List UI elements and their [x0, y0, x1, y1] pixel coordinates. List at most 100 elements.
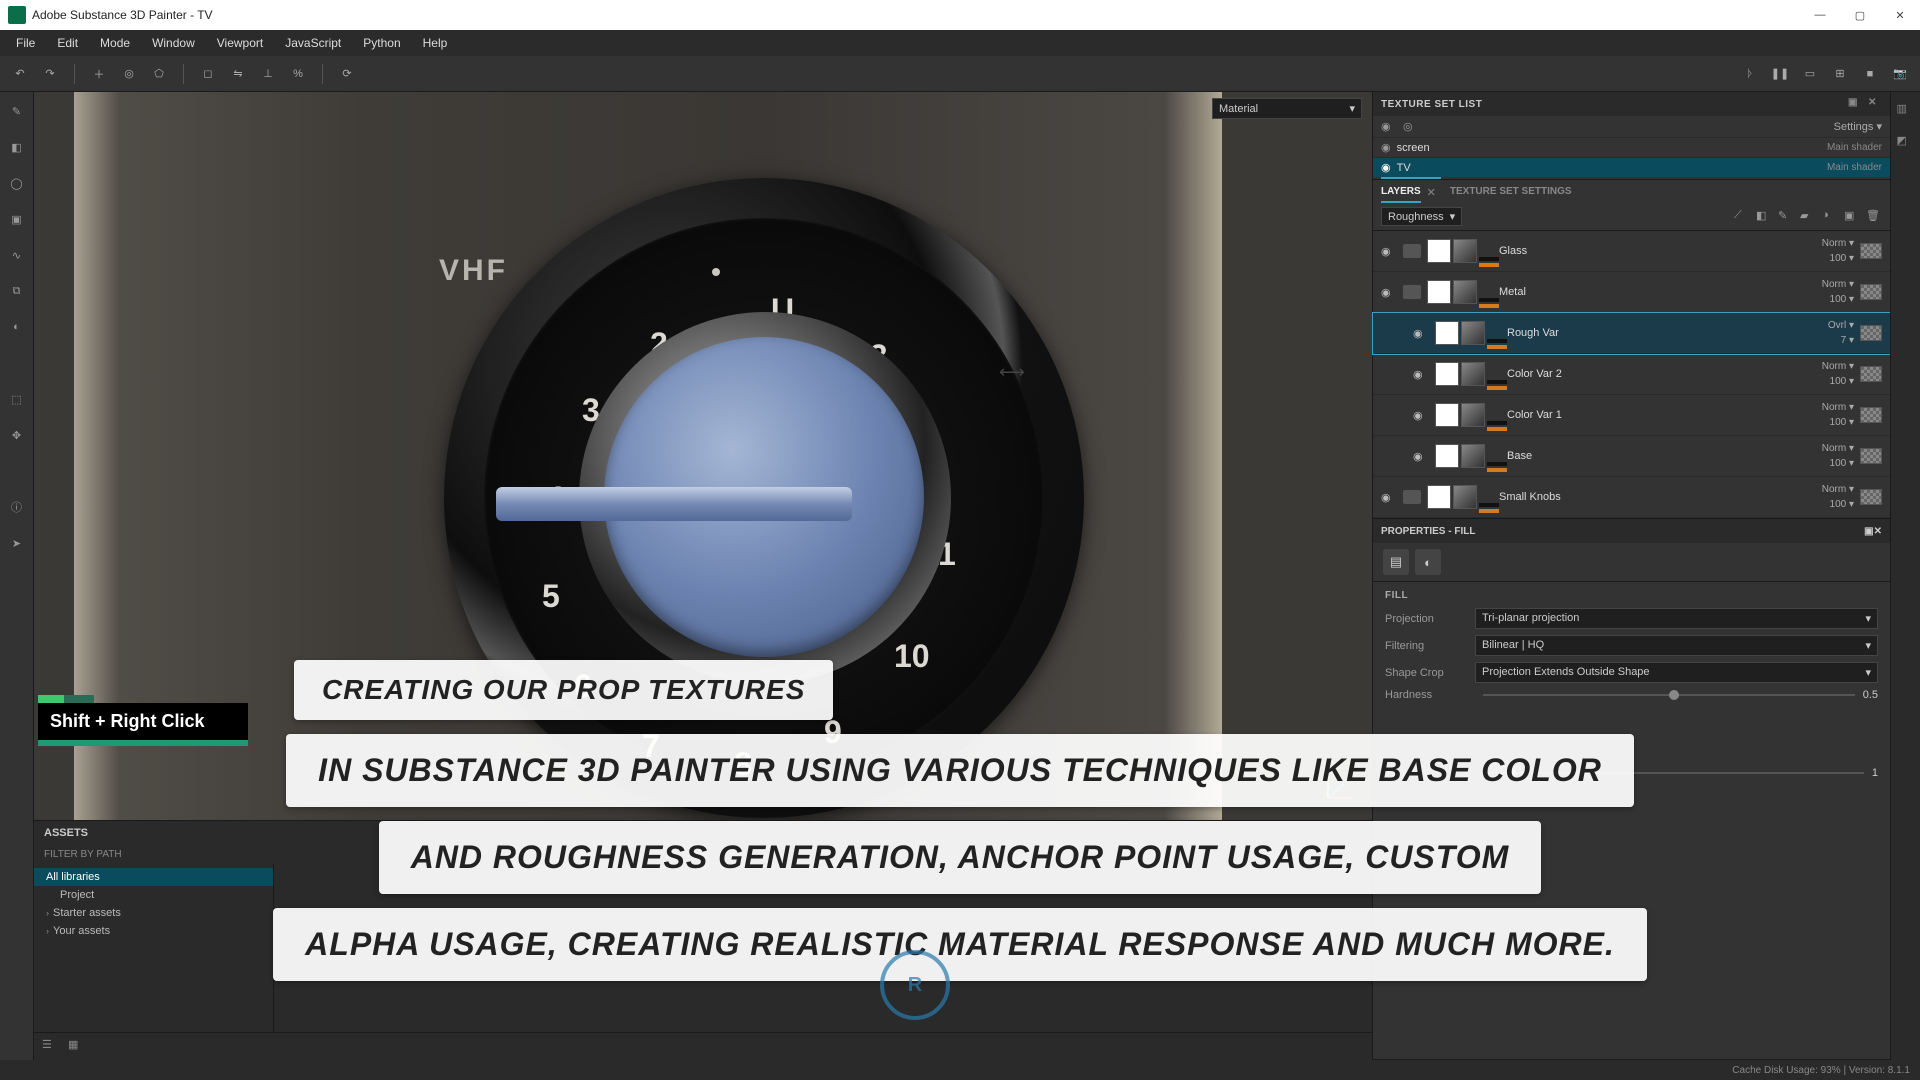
layer-thumb[interactable] — [1461, 403, 1485, 427]
undo-icon[interactable]: ↶ — [10, 64, 30, 84]
pen-icon[interactable]: ✎ — [1778, 209, 1794, 225]
layer-thumb[interactable] — [1453, 280, 1477, 304]
layer-row[interactable]: ◉Rough VarOvrl ▾7 ▾ — [1373, 313, 1890, 354]
tab-close-icon[interactable]: ✕ — [1427, 186, 1436, 203]
menu-window[interactable]: Window — [142, 33, 205, 53]
layer-mask-thumb[interactable] — [1435, 362, 1459, 386]
panel-close-icon[interactable]: ✕ — [1868, 97, 1882, 111]
menu-mode[interactable]: Mode — [90, 33, 140, 53]
percent-icon[interactable]: % — [288, 64, 308, 84]
layer-blend-mode[interactable]: Norm ▾ — [1800, 361, 1854, 372]
panel-dock-icon[interactable]: ▣ — [1864, 526, 1873, 537]
layer-mask-thumb[interactable] — [1427, 280, 1451, 304]
maximize-button[interactable]: ▢ — [1848, 9, 1872, 22]
layer-thumb[interactable] — [1461, 444, 1485, 468]
layer-opacity[interactable]: 100 ▾ — [1820, 253, 1854, 264]
layer-thumb[interactable] — [1461, 362, 1485, 386]
send-tool-icon[interactable]: ➤ — [6, 532, 28, 554]
layer-opacity[interactable]: 100 ▾ — [1820, 417, 1854, 428]
layer-mask-thumb[interactable] — [1435, 444, 1459, 468]
assets-view-grid-icon[interactable]: ▦ — [68, 1038, 86, 1056]
menu-javascript[interactable]: JavaScript — [275, 33, 351, 53]
layer-mask-thumb[interactable] — [1435, 403, 1459, 427]
axis-gizmo-icon[interactable] — [1322, 768, 1358, 804]
fill-tool-icon[interactable]: ▣ — [6, 208, 28, 230]
layer-row[interactable]: ◉GlassNorm ▾100 ▾ — [1373, 231, 1890, 272]
assets-tree-starter[interactable]: ›Starter assets — [34, 904, 273, 922]
viewport-channel-dropdown[interactable]: Material ▾ — [1212, 98, 1362, 119]
layer-channel-dropdown[interactable]: Roughness▾ — [1381, 207, 1462, 226]
tab-texture-set-settings[interactable]: TEXTURE SET SETTINGS — [1450, 186, 1572, 203]
add-icon[interactable]: ＋ — [89, 64, 109, 84]
video-icon[interactable]: ■ — [1860, 64, 1880, 84]
layer-blend-mode[interactable]: Ovrl ▾ — [1800, 320, 1854, 331]
info-tool-icon[interactable]: ⓘ — [6, 496, 28, 518]
close-button[interactable]: ✕ — [1888, 9, 1912, 22]
material-tool-icon[interactable]: ◐ — [6, 316, 28, 338]
layer-row[interactable]: ◉Color Var 1Norm ▾100 ▾ — [1373, 395, 1890, 436]
smudge-tool-icon[interactable]: ∿ — [6, 244, 28, 266]
menu-help[interactable]: Help — [413, 33, 458, 53]
refresh-icon[interactable]: ⟳ — [337, 64, 357, 84]
layer-opacity[interactable]: 7 ▾ — [1820, 335, 1854, 346]
tiling-slider[interactable] — [1483, 772, 1864, 774]
assets-tree-project[interactable]: Project — [34, 886, 273, 904]
layer-thumb[interactable] — [1461, 321, 1485, 345]
layer-blend-mode[interactable]: Norm ▾ — [1800, 443, 1854, 454]
frame-icon[interactable]: ▭ — [1800, 64, 1820, 84]
bucket-icon[interactable]: ▰ — [1800, 209, 1816, 225]
panel-dock-icon[interactable]: ▣ — [1848, 97, 1862, 111]
layer-blend-mode[interactable]: Norm ▾ — [1800, 402, 1854, 413]
assets-content[interactable] — [274, 864, 1372, 1032]
brush-tool-icon[interactable]: ✎ — [6, 100, 28, 122]
texture-set-row[interactable]: ◉ TV Main shader — [1373, 157, 1890, 177]
layer-opacity[interactable]: 100 ▾ — [1820, 499, 1854, 510]
layer-row[interactable]: ◉BaseNorm ▾100 ▾ — [1373, 436, 1890, 477]
visibility-icon[interactable]: ◉ — [1381, 286, 1397, 299]
panel-close-icon[interactable]: ✕ — [1874, 526, 1882, 537]
shape-crop-dropdown[interactable]: Projection Extends Outside Shape▾ — [1475, 662, 1878, 683]
visibility-icon[interactable]: ◉ — [1381, 491, 1397, 504]
texture-set-row[interactable]: ◉ screen Main shader — [1373, 137, 1890, 157]
axis-icon[interactable]: ⊥ — [258, 64, 278, 84]
layer-thumb[interactable] — [1453, 239, 1477, 263]
hide-icon[interactable]: ᚦ — [1740, 64, 1760, 84]
eraser-tool-icon[interactable]: ◧ — [6, 136, 28, 158]
visibility-icon[interactable]: ◉ — [1413, 327, 1429, 340]
mirror-icon[interactable]: ⇋ — [228, 64, 248, 84]
world-icon[interactable]: ⊞ — [1830, 64, 1850, 84]
props-material-tab-icon[interactable]: ◐ — [1415, 549, 1441, 575]
projection-dropdown[interactable]: Tri-planar projection▾ — [1475, 608, 1878, 629]
visibility-icon[interactable]: ◉ — [1381, 141, 1391, 154]
layer-mask-thumb[interactable] — [1427, 239, 1451, 263]
visibility-all-icon[interactable]: ◉ — [1381, 120, 1397, 133]
filtering-dropdown[interactable]: Bilinear | HQ▾ — [1475, 635, 1878, 656]
folder-icon[interactable]: ▣ — [1844, 209, 1860, 225]
menu-python[interactable]: Python — [353, 33, 410, 53]
mask-icon[interactable]: ◧ — [1756, 209, 1772, 225]
assets-tree-your[interactable]: ›Your assets — [34, 922, 273, 940]
texset-settings-dropdown[interactable]: Settings ▾ — [1834, 120, 1882, 133]
delete-icon[interactable]: 🗑 — [1866, 209, 1882, 225]
effect-icon[interactable]: ⟋ — [1734, 209, 1750, 225]
visibility-icon[interactable]: ◉ — [1413, 368, 1429, 381]
menu-file[interactable]: File — [6, 33, 45, 53]
pause-icon[interactable]: ❚❚ — [1770, 64, 1790, 84]
smart-icon[interactable]: ◑ — [1822, 209, 1838, 225]
clone-tool-icon[interactable]: ⧉ — [6, 280, 28, 302]
assets-view-list-icon[interactable]: ☰ — [42, 1038, 60, 1056]
layer-thumb[interactable] — [1453, 485, 1477, 509]
move-tool-icon[interactable]: ✥ — [6, 424, 28, 446]
menu-edit[interactable]: Edit — [47, 33, 88, 53]
select-tool-icon[interactable]: ⬚ — [6, 388, 28, 410]
projection-tool-icon[interactable]: ◯ — [6, 172, 28, 194]
layer-mask-thumb[interactable] — [1435, 321, 1459, 345]
camera-icon[interactable]: 📷 — [1890, 64, 1910, 84]
solo-icon[interactable]: ◎ — [1403, 120, 1419, 133]
layer-blend-mode[interactable]: Norm ▾ — [1800, 238, 1854, 249]
target-icon[interactable]: ◎ — [119, 64, 139, 84]
layer-row[interactable]: ◉Small KnobsNorm ▾100 ▾ — [1373, 477, 1890, 518]
layer-opacity[interactable]: 100 ▾ — [1820, 294, 1854, 305]
visibility-icon[interactable]: ◉ — [1413, 450, 1429, 463]
menu-viewport[interactable]: Viewport — [207, 33, 273, 53]
